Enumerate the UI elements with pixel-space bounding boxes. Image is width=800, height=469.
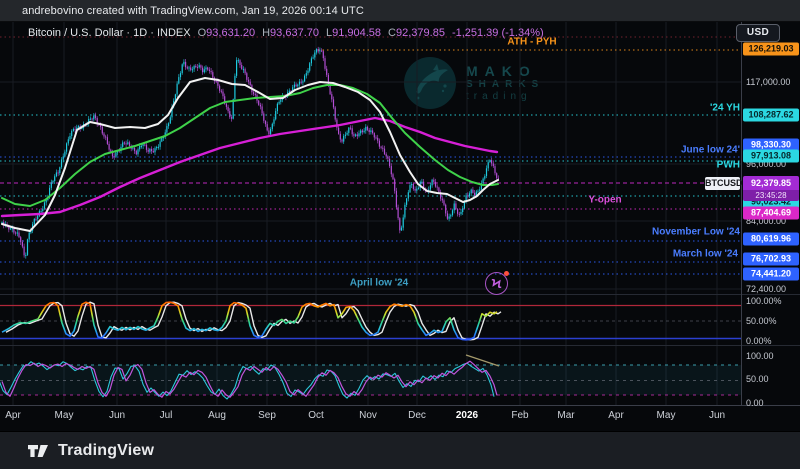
tradingview-logo-icon[interactable] <box>27 443 49 459</box>
last-price-badge: 92,379.85 23:45:28 <box>743 176 799 201</box>
ohlc-field-value: 93,637.70 <box>270 27 319 39</box>
symbol-title[interactable]: Bitcoin / U.S. Dollar · 1D · INDEX <box>28 27 191 39</box>
price-change: -1,251.39 (-1.34%) <box>452 27 544 39</box>
bar-countdown: 23:45:28 <box>743 190 799 201</box>
ohlc-field-value: 93,631.20 <box>206 27 255 39</box>
footer-brand-text: TradingView <box>58 442 154 460</box>
symbol-axis-badge: BTCUSD <box>705 177 740 190</box>
symbol-info-line[interactable]: Bitcoin / U.S. Dollar · 1D · INDEXO93,63… <box>28 27 544 39</box>
ma-fast-line <box>2 78 498 231</box>
ohlc-field-value: 91,904.58 <box>332 27 381 39</box>
last-price-value: 92,379.85 <box>743 176 799 190</box>
tradingview-chart-window: MAKO SHARKS trading andrebovino created … <box>0 0 800 469</box>
ohlc-field-value: 92,379.85 <box>396 27 445 39</box>
currency-toggle-button[interactable]: USD <box>736 24 780 42</box>
ohlc-field-key: H <box>262 27 270 39</box>
footer-bar: TradingView <box>0 431 800 469</box>
price-chart-canvas[interactable] <box>0 0 800 469</box>
ohlc-field-key: O <box>198 27 207 39</box>
lightning-glyph: Ϟ <box>492 276 502 291</box>
candlestick-series <box>1 47 499 259</box>
ohlc-field-key: C <box>388 27 396 39</box>
drawn-trendline <box>466 355 499 366</box>
notification-dot <box>504 271 509 276</box>
flash-pattern-icon[interactable]: Ϟ <box>485 272 508 295</box>
